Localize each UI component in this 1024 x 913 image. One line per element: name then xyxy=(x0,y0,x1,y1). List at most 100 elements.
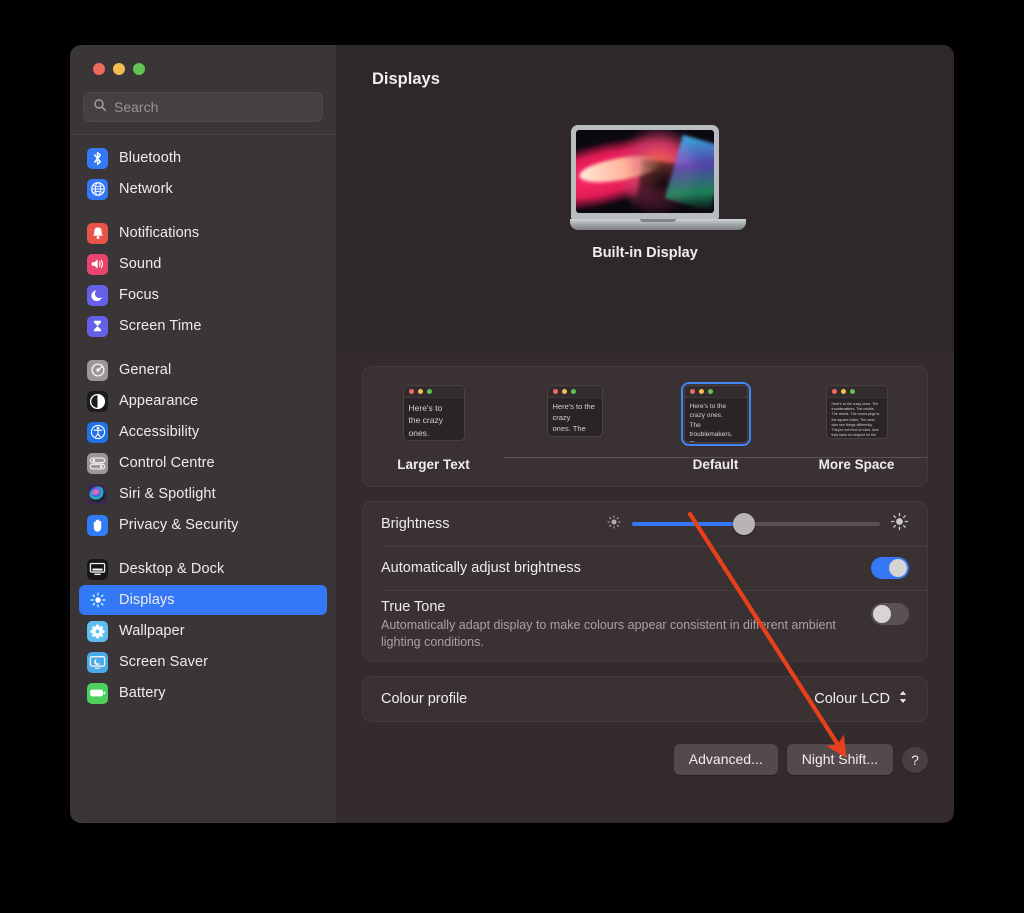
sidebar-item-desktop-dock[interactable]: Desktop & Dock xyxy=(79,554,327,584)
siri-icon xyxy=(87,483,108,505)
thumbnail-titlebar xyxy=(547,386,602,398)
brightness-high-icon xyxy=(890,512,909,536)
thumbnail-traffic-dot xyxy=(426,389,432,394)
sidebar-item-control-centre[interactable]: Control Centre xyxy=(79,448,327,478)
resolution-option-default[interactable]: Here's to the crazy ones. The troublemak… xyxy=(645,382,786,472)
display-settings-card: Brightness Automatically adjust brightne… xyxy=(362,501,928,662)
brightness-knob[interactable] xyxy=(732,513,755,535)
sidebar-item-privacy-security[interactable]: Privacy & Security xyxy=(79,510,327,540)
resolution-option-more-space[interactable]: Here's to the crazy ones. The troublemak… xyxy=(786,385,927,472)
gear-icon xyxy=(87,359,108,381)
minimize-button[interactable] xyxy=(113,62,125,75)
action-buttons: Advanced... Night Shift... ? xyxy=(362,744,928,775)
auto-brightness-label: Automatically adjust brightness xyxy=(381,560,581,576)
sidebar-item-bluetooth[interactable]: Bluetooth xyxy=(79,143,327,173)
thumbnail-preview-text: Here's to the crazy ones. The troublemak… xyxy=(831,402,880,438)
sidebar-item-sound[interactable]: Sound xyxy=(79,249,327,279)
brightness-low-icon xyxy=(606,514,622,535)
thumbnail-traffic-dot xyxy=(831,389,837,394)
thumbnail-traffic-dot xyxy=(849,389,855,394)
sidebar-item-label: Screen Saver xyxy=(119,654,209,670)
resolution-option-label: Larger Text xyxy=(397,457,470,472)
thumbnail-traffic-dot xyxy=(840,389,846,394)
sidebar-list[interactable]: Bluetooth Network Notifications Sound Focus S… xyxy=(70,135,336,823)
auto-brightness-toggle[interactable] xyxy=(871,557,909,579)
resolution-option-label: More Space xyxy=(818,457,895,472)
resolution-thumbnail[interactable]: Here's to the crazy ones. The troublemak… xyxy=(825,385,888,439)
sidebar-item-appearance[interactable]: Appearance xyxy=(79,386,327,416)
auto-brightness-row: Automatically adjust brightness xyxy=(363,546,927,590)
sidebar-item-label: Appearance xyxy=(119,393,199,409)
search-field[interactable] xyxy=(83,92,323,122)
sidebar-item-general[interactable]: General xyxy=(79,355,327,385)
resolution-picker[interactable]: Here's to the crazy ones. Larger Text Here… xyxy=(362,366,928,487)
desktop-dock-icon xyxy=(87,558,108,580)
page-title: Displays xyxy=(372,69,440,88)
sidebar-item-label: Screen Time xyxy=(119,318,202,334)
colour-profile-value: Colour LCD xyxy=(814,691,890,707)
colour-profile-popup[interactable]: Colour LCD xyxy=(814,689,909,709)
brightness-slider[interactable] xyxy=(606,512,909,536)
help-button[interactable]: ? xyxy=(902,746,928,773)
resolution-option-larger-text[interactable]: Here's to the crazy ones. Larger Text xyxy=(363,385,504,472)
thumbnail-traffic-dot xyxy=(698,389,704,394)
thumbnail-titlebar xyxy=(403,386,464,398)
maximize-button[interactable] xyxy=(133,62,145,75)
search-input[interactable] xyxy=(114,99,313,115)
brightness-row: Brightness xyxy=(363,502,927,546)
bluetooth-icon xyxy=(87,147,108,169)
colour-profile-card: Colour profile Colour LCD xyxy=(362,676,928,722)
content-pane: Displays Built-in Display Here's to the … xyxy=(336,45,954,823)
sidebar-item-battery[interactable]: Battery xyxy=(79,678,327,708)
thumbnail-traffic-dot xyxy=(561,389,567,394)
search-icon xyxy=(93,98,107,117)
speaker-icon xyxy=(87,253,108,275)
sidebar-item-wallpaper[interactable]: Wallpaper xyxy=(79,616,327,646)
display-hero: Built-in Display xyxy=(336,113,954,352)
advanced-button[interactable]: Advanced... xyxy=(673,744,778,775)
content-header: Displays xyxy=(336,45,954,113)
sidebar-item-displays[interactable]: Displays xyxy=(79,585,327,615)
chevron-up-down-icon xyxy=(897,689,909,709)
sidebar-item-siri-spotlight[interactable]: Siri & Spotlight xyxy=(79,479,327,509)
sidebar-item-screen-saver[interactable]: Screen Saver xyxy=(79,647,327,677)
system-settings-window: Bluetooth Network Notifications Sound Focus S… xyxy=(70,45,954,823)
resolution-thumbnail[interactable]: Here's to the crazy ones. xyxy=(402,385,465,441)
sidebar-item-label: Notifications xyxy=(119,225,200,241)
thumbnail-preview-text: Here's to the crazy ones. The troublemak… xyxy=(689,403,733,442)
true-tone-description: Automatically adapt display to make colo… xyxy=(381,618,836,649)
settings-body: Here's to the crazy ones. Larger Text Here… xyxy=(336,366,954,775)
sidebar-item-screen-time[interactable]: Screen Time xyxy=(79,311,327,341)
true-tone-toggle[interactable] xyxy=(871,603,909,625)
resolution-option-unlabelled-1[interactable]: Here's to the crazy ones. The troublemak… xyxy=(504,385,645,472)
sidebar-item-label: Sound xyxy=(119,256,162,272)
battery-icon xyxy=(87,682,108,704)
brightness-label: Brightness xyxy=(381,516,450,532)
sidebar-item-label: Wallpaper xyxy=(119,623,185,639)
brightness-track[interactable] xyxy=(632,513,880,535)
sidebar-item-label: Siri & Spotlight xyxy=(119,486,216,502)
colour-profile-row[interactable]: Colour profile Colour LCD xyxy=(363,677,927,721)
hourglass-icon xyxy=(87,315,108,337)
display-name-label: Built-in Display xyxy=(592,245,698,261)
resolution-thumbnail[interactable]: Here's to the crazy ones. The troublemak… xyxy=(680,382,751,446)
true-tone-label: True Tone xyxy=(381,599,446,615)
sidebar-item-focus[interactable]: Focus xyxy=(79,280,327,310)
thumbnail-preview-text: Here's to the crazy ones. The troublemak… xyxy=(552,402,602,436)
brightness-icon xyxy=(87,589,108,611)
thumbnail-traffic-dot xyxy=(689,389,695,394)
sidebar-item-network[interactable]: Network xyxy=(79,174,327,204)
night-shift-button[interactable]: Night Shift... xyxy=(786,744,893,775)
sidebar-item-notifications[interactable]: Notifications xyxy=(79,218,327,248)
sidebar-item-accessibility[interactable]: Accessibility xyxy=(79,417,327,447)
control-centre-icon xyxy=(87,452,108,474)
sidebar-item-label: Privacy & Security xyxy=(119,517,239,533)
moon-icon xyxy=(87,284,108,306)
resolution-thumbnail[interactable]: Here's to the crazy ones. The troublemak… xyxy=(546,385,603,437)
close-button[interactable] xyxy=(93,62,105,75)
sidebar-item-label: Focus xyxy=(119,287,159,303)
wallpaper-icon xyxy=(87,620,108,642)
thumbnail-traffic-dot xyxy=(552,389,558,394)
